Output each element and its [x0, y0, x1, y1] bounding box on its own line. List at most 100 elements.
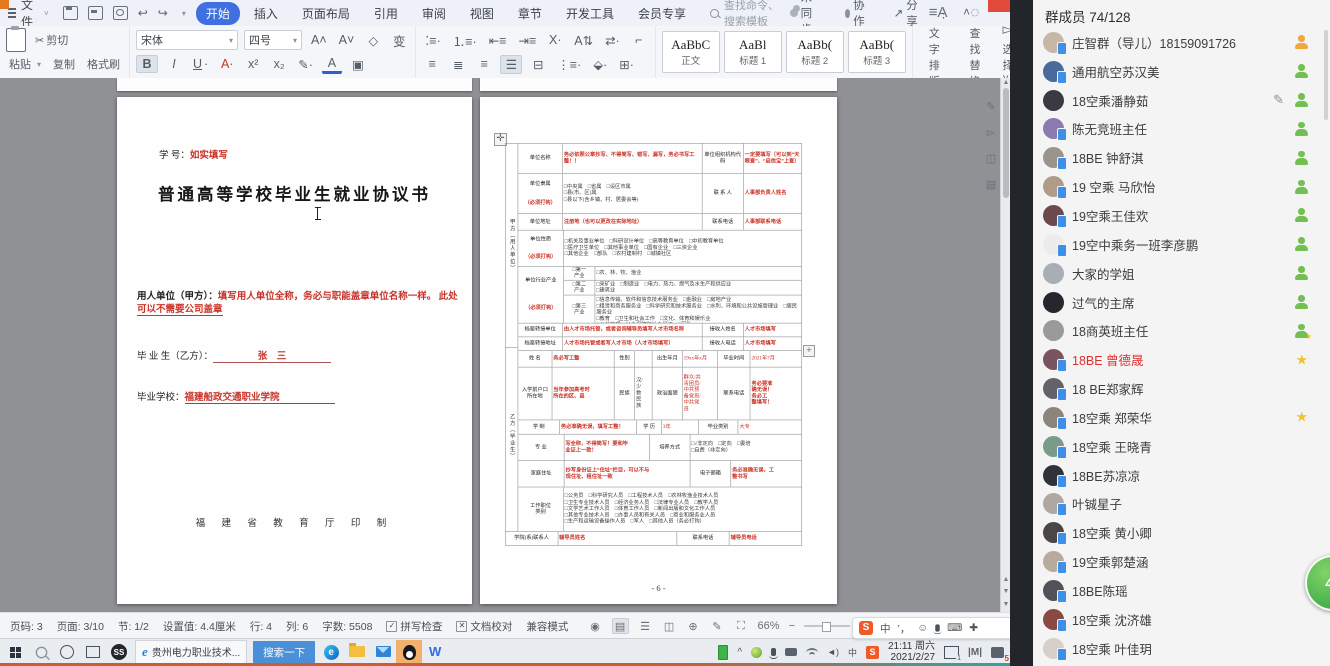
comment-icon[interactable]: ◫ — [984, 152, 998, 166]
document-page-2[interactable]: ✛ 甲方（用人单位）乙方（毕业生）单位名称务必依照公章抄写、不得简写、错写、漏写… — [480, 97, 837, 604]
ie-window-button[interactable]: e 贵州电力职业技术... — [135, 640, 247, 665]
qat-more-icon[interactable]: ▾ — [182, 9, 186, 18]
numbering-button[interactable]: ⒈≡· — [450, 30, 480, 51]
taskbar-search-button[interactable] — [28, 640, 54, 664]
member-row[interactable]: 19空乘王佳欢 — [1033, 201, 1330, 230]
sogou-search-button[interactable]: 搜索一下 — [253, 641, 315, 663]
member-row[interactable]: 18空乘 叶佳玥 — [1033, 634, 1330, 663]
paste-icon[interactable] — [6, 28, 26, 52]
device-icon[interactable] — [785, 648, 797, 656]
font-color-button[interactable]: A· — [217, 56, 237, 72]
font-size-select[interactable]: 四号▾ — [244, 30, 302, 50]
redo-icon[interactable]: ↪ — [158, 6, 168, 20]
member-row[interactable]: 陈无竞班主任 — [1033, 115, 1330, 144]
close-button[interactable] — [988, 0, 1010, 12]
char-color-button[interactable]: A — [322, 55, 342, 74]
task-view-button[interactable] — [80, 640, 106, 664]
outline-view-icon[interactable]: ☰ — [638, 619, 653, 633]
char-shading-button[interactable]: ▣ — [348, 56, 368, 73]
tab-视图[interactable]: 视图 — [460, 2, 504, 25]
tool-选择[interactable]: ▻选择 ˅ — [992, 20, 1010, 85]
member-row[interactable]: 18空乘 王晓青 — [1033, 432, 1330, 461]
prev-page-icon[interactable]: ▲ — [1001, 576, 1010, 583]
member-row[interactable]: 庄智群（导儿）18159091726 — [1033, 28, 1330, 57]
member-row[interactable]: 18空乘潘静茹✎ — [1033, 86, 1330, 115]
undo-icon[interactable]: ↩ — [138, 6, 148, 20]
align-left-button[interactable]: ≡ — [422, 56, 442, 72]
member-row[interactable]: 18BE苏凉凉 — [1033, 461, 1330, 490]
highlight-button[interactable]: ✎· — [295, 56, 316, 73]
member-row[interactable]: 19空乘郭楚涵 — [1033, 547, 1330, 576]
scroll-down-icon[interactable]: ▼ — [1001, 601, 1010, 608]
sogou-input-bar[interactable]: S 中 ’， ☺ ⌨ ✚ — [852, 617, 1010, 639]
vertical-scrollbar[interactable]: ▲ ▲ ▼ ▼ — [1000, 78, 1010, 612]
wps-button[interactable]: W — [422, 639, 448, 665]
shrink-font-button[interactable]: A˅ — [336, 32, 358, 48]
underline-button[interactable]: U· — [190, 56, 211, 72]
sort-button[interactable]: A⇅ — [571, 32, 596, 49]
member-row[interactable]: 19 空乘 马欣怡 — [1033, 172, 1330, 201]
increase-indent-button[interactable]: ⇥≡ — [515, 32, 539, 49]
spellcheck-status[interactable]: ✓ 拼写检查 — [386, 619, 442, 634]
asian-layout-button[interactable]: X· — [545, 32, 565, 48]
scroll-up-icon[interactable]: ▲ — [1001, 79, 1010, 86]
zoom-slider[interactable] — [804, 625, 850, 627]
show-marks-button[interactable]: ⇄· — [602, 32, 623, 49]
align-center-button[interactable]: ≣ — [448, 56, 468, 73]
member-row[interactable]: 18BE 曾德晟★ — [1033, 345, 1330, 374]
shading-button[interactable]: ⬙· — [590, 56, 610, 73]
print-preview-icon[interactable] — [113, 6, 128, 20]
member-row[interactable]: 18 BE郑家辉 — [1033, 374, 1330, 403]
member-row[interactable]: 18-空乘-陈靖颐 — [1033, 663, 1330, 666]
clock[interactable]: 21:11 周六 2021/2/27 — [888, 641, 935, 663]
member-row[interactable]: 18BE陈瑶 — [1033, 576, 1330, 605]
pinned-app-button[interactable]: SS — [106, 640, 132, 664]
tab-插入[interactable]: 插入 — [244, 2, 288, 25]
ime-m-icon[interactable]: |M| — [968, 647, 982, 658]
command-search[interactable]: 查找命令、搜索模板 — [710, 4, 784, 22]
style-标题 2[interactable]: AaBb(标题 2 — [786, 31, 844, 73]
security-app-icon[interactable] — [751, 647, 762, 658]
scrollbar-thumb[interactable] — [1003, 88, 1009, 198]
explorer-button[interactable] — [344, 639, 370, 665]
member-row[interactable]: 18空乘 沈济雄 — [1033, 605, 1330, 634]
table-insert-button[interactable]: + — [803, 345, 815, 357]
phonetic-button[interactable]: 变 — [389, 30, 409, 51]
pointer-icon[interactable]: ▻ — [984, 126, 998, 140]
subscript-button[interactable]: x₂ — [269, 56, 289, 72]
eye-protect-icon[interactable]: ◉ — [588, 619, 603, 633]
web-view-icon[interactable]: ⊕ — [686, 619, 701, 633]
grow-font-button[interactable]: A˄ — [308, 32, 330, 48]
zoom-out-icon[interactable]: − — [789, 620, 795, 632]
tab-章节[interactable]: 章节 — [508, 2, 552, 25]
tab-button[interactable]: ⌐ — [629, 32, 649, 48]
member-row[interactable]: 19空中乘务一班李彦鹏 — [1033, 230, 1330, 259]
read-view-icon[interactable]: ◫ — [662, 619, 677, 633]
proofread-status[interactable]: ✕ 文档校对 — [456, 619, 512, 634]
format-painter-button[interactable]: 格式刷 — [84, 55, 123, 73]
style-标题 3[interactable]: AaBb(标题 3 — [848, 31, 906, 73]
document-page-1[interactable]: 学 号：如实填写 普通高等学校毕业生就业协议书 用人单位（甲方）：填写用人单位全… — [117, 97, 472, 604]
member-row[interactable]: 18空乘 郑荣华★ — [1033, 403, 1330, 432]
member-row[interactable]: 过气的主席 — [1033, 288, 1330, 317]
line-spacing-button[interactable]: ⋮≡· — [554, 56, 584, 73]
next-page-icon[interactable]: ▼ — [1001, 588, 1010, 595]
qq-button[interactable] — [396, 640, 422, 664]
toolbox-icon[interactable]: ✚ — [969, 622, 978, 634]
tab-开始[interactable]: 开始 — [196, 2, 240, 25]
distribute-button[interactable]: ⊟ — [528, 56, 548, 73]
member-row[interactable]: 通用航空苏汉美 — [1033, 57, 1330, 86]
member-scrollbar[interactable] — [1324, 30, 1328, 120]
cut-button[interactable]: ✂剪切 — [32, 31, 71, 49]
clear-format-button[interactable]: ◇ — [363, 32, 383, 49]
punctuation-icon[interactable]: ’， — [898, 621, 911, 636]
pencil-icon[interactable]: ✎ — [1273, 92, 1284, 108]
wifi-icon[interactable] — [806, 648, 818, 657]
italic-button[interactable]: I — [164, 56, 184, 72]
tab-引用[interactable]: 引用 — [364, 2, 408, 25]
start-button[interactable] — [2, 640, 28, 664]
member-row[interactable]: 叶铖星子 — [1033, 490, 1330, 519]
sogou-logo-icon[interactable]: S — [859, 621, 873, 635]
justify-button[interactable]: ☰ — [500, 55, 522, 74]
decrease-indent-button[interactable]: ⇤≡ — [486, 32, 510, 49]
